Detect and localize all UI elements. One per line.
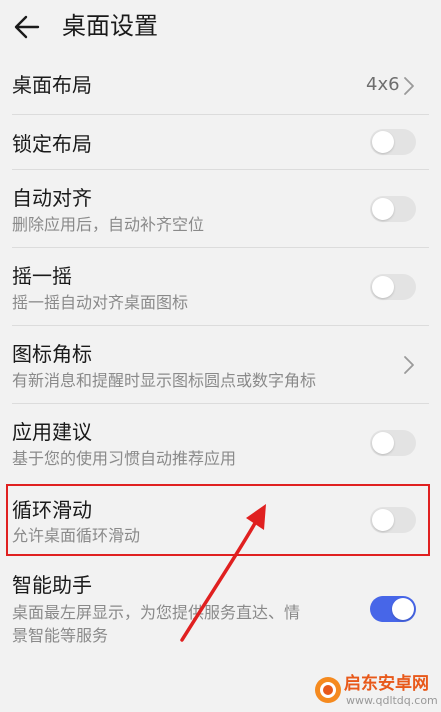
setting-description: 基于您的使用习惯自动推荐应用 bbox=[12, 449, 237, 468]
setting-row-lock-layout: 锁定布局 bbox=[0, 115, 441, 169]
setting-description: 删除应用后，自动补齐空位 bbox=[12, 215, 205, 234]
layout-value: 4x6 bbox=[366, 74, 400, 95]
setting-row-icon-badge[interactable]: 图标角标 有新消息和提醒时显示图标圆点或数字角标 bbox=[0, 326, 441, 403]
desktop-settings-screen: 桌面设置 桌面布局 4x6 锁定布局 自动对齐 删除应用后，自动补齐空位 摇一摇… bbox=[0, 0, 441, 712]
chevron-right-icon bbox=[404, 356, 414, 374]
watermark: 启东安卓网 www.qdltdq.com bbox=[312, 670, 440, 712]
setting-label: 图标角标 bbox=[12, 342, 92, 366]
setting-label: 锁定布局 bbox=[12, 132, 92, 156]
setting-row-desktop-layout[interactable]: 桌面布局 4x6 bbox=[0, 56, 441, 114]
arrow-left-icon[interactable] bbox=[12, 12, 42, 42]
setting-label: 应用建议 bbox=[12, 420, 92, 444]
annotation-arrow-icon bbox=[180, 504, 266, 642]
watermark-url: www.qdltdq.com bbox=[346, 694, 438, 707]
toggle-knob bbox=[372, 198, 394, 220]
smart-assistant-toggle[interactable] bbox=[370, 596, 416, 622]
shake-toggle[interactable] bbox=[370, 274, 416, 300]
watermark-title: 启东安卓网 bbox=[344, 674, 429, 694]
setting-row-app-suggestion: 应用建议 基于您的使用习惯自动推荐应用 bbox=[0, 404, 441, 482]
auto-align-toggle[interactable] bbox=[370, 196, 416, 222]
page-title: 桌面设置 bbox=[62, 12, 158, 40]
lock-layout-toggle[interactable] bbox=[370, 129, 416, 155]
setting-label: 智能助手 bbox=[12, 573, 92, 597]
setting-row-auto-align: 自动对齐 删除应用后，自动补齐空位 bbox=[0, 170, 441, 247]
setting-description: 景智能等服务 bbox=[12, 626, 109, 645]
header: 桌面设置 bbox=[0, 0, 441, 56]
setting-description: 摇一摇自动对齐桌面图标 bbox=[12, 293, 189, 312]
toggle-knob bbox=[392, 598, 414, 620]
setting-label: 摇一摇 bbox=[12, 264, 72, 288]
setting-label: 桌面布局 bbox=[12, 73, 92, 97]
chevron-right-icon bbox=[404, 77, 414, 95]
setting-description: 有新消息和提醒时显示图标圆点或数字角标 bbox=[12, 371, 317, 390]
toggle-knob bbox=[372, 276, 394, 298]
app-suggestion-toggle[interactable] bbox=[370, 430, 416, 456]
toggle-knob bbox=[372, 131, 394, 153]
toggle-knob bbox=[372, 432, 394, 454]
logo-icon bbox=[315, 677, 341, 703]
setting-row-shake: 摇一摇 摇一摇自动对齐桌面图标 bbox=[0, 248, 441, 325]
setting-label: 自动对齐 bbox=[12, 186, 92, 210]
